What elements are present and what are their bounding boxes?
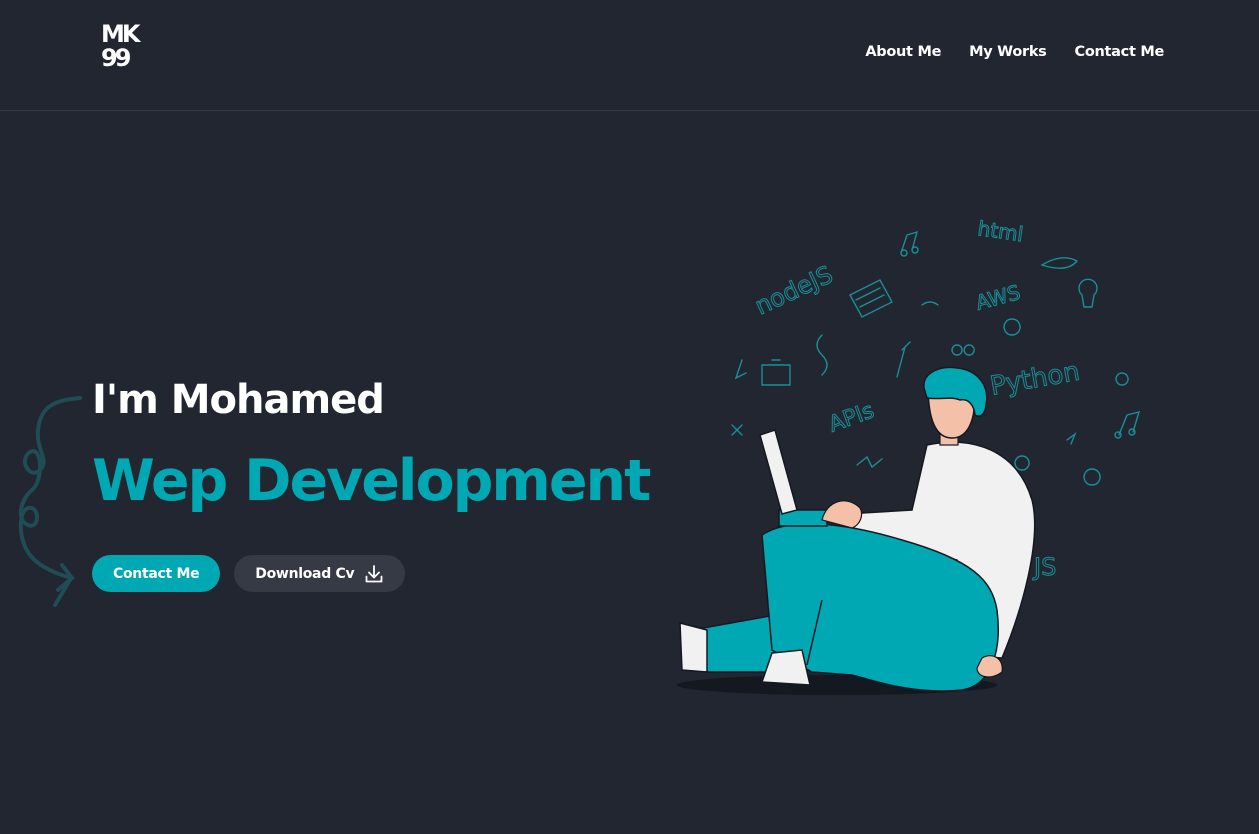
nav-contact-me[interactable]: Contact Me: [1075, 44, 1165, 60]
download-icon: [365, 564, 383, 582]
hero-buttons: Contact Me Download Cv: [92, 555, 406, 592]
logo[interactable]: MK 99: [101, 22, 147, 78]
doodle-word-apis: APIs: [826, 398, 878, 437]
doodle-word-html: html: [976, 216, 1024, 246]
nav-about-me[interactable]: About Me: [865, 44, 941, 60]
download-cv-label: Download Cv: [255, 565, 355, 582]
download-cv-button[interactable]: Download Cv: [234, 555, 406, 592]
hero-intro: I'm Mohamed: [92, 377, 385, 423]
curly-arrow-doodle: [18, 396, 82, 607]
doodle-word-python: Python: [988, 357, 1082, 402]
developer-illustration: nodeJS html AWS Python APIs JS: [677, 216, 1141, 695]
contact-me-label: Contact Me: [113, 565, 200, 582]
nav-my-works[interactable]: My Works: [969, 44, 1047, 60]
person-shoe-left: [679, 622, 708, 673]
hero-text: I'm Mohamed Wep Development: [92, 372, 651, 516]
doodle-word-js: JS: [1032, 553, 1056, 581]
main-nav: About Me My Works Contact Me: [865, 44, 1164, 60]
hero-role: Wep Development: [92, 448, 651, 514]
doodle-word-aws: AWS: [973, 280, 1023, 315]
contact-me-button[interactable]: Contact Me: [92, 555, 221, 592]
logo-line-2: 99: [101, 44, 131, 72]
laptop-screen: [759, 429, 798, 515]
logo-line-1: MK: [101, 20, 140, 48]
site-header: MK 99 About Me My Works Contact Me: [0, 0, 1259, 111]
doodle-word-nodejs: nodeJS: [751, 260, 837, 320]
